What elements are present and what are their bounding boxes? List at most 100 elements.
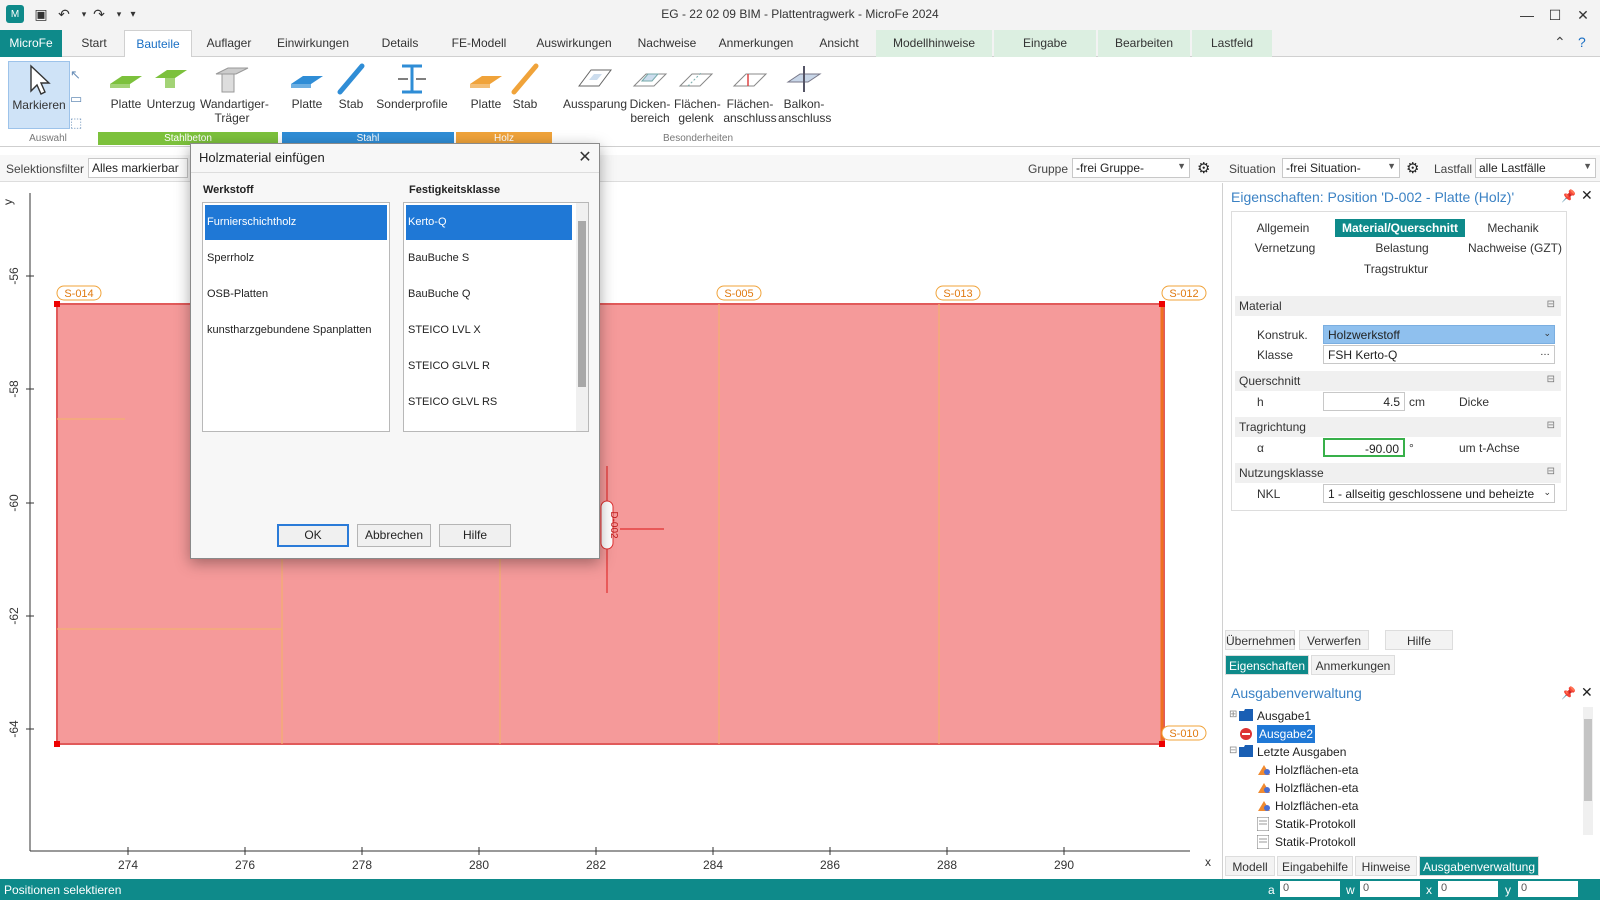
- collapse-icon[interactable]: ⊟: [1547, 374, 1555, 385]
- nkl-combo[interactable]: 1 - allseitig geschlossene und beheizte ⌄: [1323, 484, 1555, 503]
- w-field[interactable]: 0: [1360, 881, 1420, 897]
- more-icon[interactable]: …: [1540, 347, 1550, 358]
- tree-scrollbar[interactable]: [1583, 707, 1593, 835]
- bottom-tab-modell[interactable]: Modell: [1225, 856, 1275, 876]
- tab-details[interactable]: Details: [364, 30, 436, 57]
- festigkeit-item-steico-lvl-x[interactable]: STEICO LVL X: [406, 313, 572, 348]
- tree-item-statik-protokoll[interactable]: Statik-Protokoll: [1275, 833, 1356, 851]
- hilfe-button[interactable]: Hilfe: [439, 524, 511, 547]
- tab-eingabe[interactable]: Eingabe: [994, 30, 1096, 57]
- lastfall-combo[interactable]: alle Lastfälle ▼: [1475, 158, 1596, 178]
- festigkeit-list[interactable]: Kerto-Q BauBuche S BauBuche Q STEICO LVL XS…: [403, 202, 589, 432]
- festigkeit-item-baubuche-s[interactable]: BauBuche S: [406, 241, 572, 276]
- gear-icon[interactable]: ⚙: [1406, 159, 1419, 177]
- help-icon[interactable]: ?: [1578, 34, 1586, 50]
- list-scrollbar[interactable]: [576, 203, 588, 431]
- close-icon[interactable]: ✕: [575, 147, 595, 167]
- ribbon-wandartiger-träger-button[interactable]: Wandartiger- Träger: [200, 61, 269, 125]
- tree-item-holzflächen-eta[interactable]: Holzflächen-eta: [1275, 779, 1358, 797]
- ribbon-flächen-gelenk-button[interactable]: Flächen- gelenk: [674, 61, 721, 125]
- prop-tab-belastung[interactable]: Belastung: [1359, 239, 1445, 257]
- y-field[interactable]: 0: [1518, 881, 1578, 897]
- tab-bearbeiten[interactable]: Bearbeiten: [1098, 30, 1190, 57]
- tragrichtung-section[interactable]: Tragrichtung ⊟: [1235, 417, 1561, 437]
- ribbon-balkon-anschluss-button[interactable]: Balkon- anschluss: [778, 61, 831, 125]
- ribbon-unterzug-button[interactable]: Unterzug: [146, 61, 196, 111]
- close-icon[interactable]: ✕: [1581, 187, 1593, 204]
- node-marker-0[interactable]: [54, 301, 60, 307]
- werkstoff-list[interactable]: Furnierschichtholz Sperrholz OSB-Platten ku…: [202, 202, 390, 432]
- ribbon-sonderprofile-button[interactable]: Sonderprofile: [372, 61, 452, 111]
- node-label-s-014[interactable]: S-014: [64, 288, 93, 300]
- querschnitt-section[interactable]: Querschnitt ⊟: [1235, 371, 1561, 391]
- ribbon-dicken-bereich-button[interactable]: Dicken- bereich: [628, 61, 672, 125]
- model-drawing[interactable]: S-014 S-005 S-013 S-012 S-010 D-002 274 276 278 2…: [0, 183, 1222, 879]
- model-canvas[interactable]: S-014 S-005 S-013 S-012 S-010 D-002 274 276 278 2…: [0, 183, 1222, 879]
- node-label-s-013[interactable]: S-013: [943, 288, 972, 300]
- expand-icon[interactable]: ⊞: [1229, 709, 1237, 720]
- a-field[interactable]: 0: [1280, 881, 1340, 897]
- konstruk-combo[interactable]: Holzwerkstoff ⌄: [1323, 325, 1555, 344]
- alpha-input[interactable]: -90.00: [1323, 438, 1405, 457]
- ribbon-flächen-anschluss-button[interactable]: Flächen- anschluss: [722, 61, 778, 125]
- werkstoff-item-sperrholz[interactable]: Sperrholz: [205, 241, 387, 276]
- ribbon-platte-button[interactable]: Platte: [464, 61, 508, 111]
- ok-button[interactable]: OK: [277, 524, 349, 547]
- ribbon-stab-button[interactable]: Stab: [508, 61, 542, 111]
- festigkeit-item-baubuche-q[interactable]: BauBuche Q: [406, 277, 572, 312]
- pin-icon[interactable]: 📌: [1561, 189, 1576, 203]
- tree-item-ausgabe1[interactable]: Ausgabe1: [1257, 707, 1311, 725]
- maximize-icon[interactable]: ☐: [1542, 4, 1568, 26]
- panel-tab-anmerkungen[interactable]: Anmerkungen: [1311, 655, 1395, 675]
- gruppe-combo[interactable]: -frei Gruppe- ▼: [1072, 158, 1190, 178]
- close-icon[interactable]: ✕: [1581, 684, 1593, 701]
- ribbon-stab-button[interactable]: Stab: [334, 61, 368, 111]
- tab-start[interactable]: Start: [64, 30, 124, 57]
- scrollbar-thumb[interactable]: [1584, 719, 1592, 801]
- situation-combo[interactable]: -frei Situation- ▼: [1282, 158, 1400, 178]
- select-arrow-icon[interactable]: ↖: [70, 67, 81, 83]
- minimize-icon[interactable]: —: [1514, 4, 1540, 26]
- klasse-field[interactable]: FSH Kerto-Q…: [1323, 345, 1555, 364]
- node-label-s-010[interactable]: S-010: [1169, 728, 1198, 740]
- gear-icon[interactable]: ⚙: [1197, 159, 1210, 177]
- x-field[interactable]: 0: [1438, 881, 1498, 897]
- hilfe-button[interactable]: Hilfe: [1385, 630, 1453, 650]
- festigkeit-item-kerto-q[interactable]: Kerto-Q: [406, 205, 572, 240]
- tab-auflager[interactable]: Auflager: [194, 30, 264, 57]
- pin-icon[interactable]: 📌: [1561, 686, 1576, 700]
- festigkeit-item-steico-glvl-rs[interactable]: STEICO GLVL RS: [406, 385, 572, 420]
- prop-tab-material-querschnitt[interactable]: Material/Querschnitt: [1335, 219, 1465, 237]
- collapse-icon[interactable]: ⊟: [1547, 466, 1555, 477]
- nutzungsklasse-section[interactable]: Nutzungsklasse ⊟: [1235, 463, 1561, 483]
- tab-anmerkungen[interactable]: Anmerkungen: [708, 30, 804, 57]
- prop-tab-mechanik[interactable]: Mechanik: [1473, 219, 1553, 237]
- festigkeit-item-steico-glvl-r[interactable]: STEICO GLVL R: [406, 349, 572, 384]
- tab-bauteile[interactable]: Bauteile: [124, 30, 192, 58]
- scrollbar-thumb[interactable]: [578, 221, 586, 387]
- material-section[interactable]: Material ⊟: [1235, 296, 1561, 316]
- tree-item-statik-protokoll[interactable]: Statik-Protokoll: [1275, 815, 1356, 833]
- tab-ansicht[interactable]: Ansicht: [806, 30, 872, 57]
- tab-microfe[interactable]: MicroFe: [0, 30, 62, 57]
- werkstoff-item-kunstharzgebundene-spanplatten[interactable]: kunstharzgebundene Spanplatten: [205, 313, 387, 348]
- tab-auswirkungen[interactable]: Auswirkungen: [522, 30, 626, 57]
- tree-item-letzte-ausgaben[interactable]: Letzte Ausgaben: [1257, 743, 1346, 761]
- übernehmen-button[interactable]: Übernehmen: [1225, 630, 1295, 650]
- select-window-icon[interactable]: ▭: [70, 91, 82, 107]
- werkstoff-item-osb-platten[interactable]: OSB-Platten: [205, 277, 387, 312]
- prop-tab-tragstruktur[interactable]: Tragstruktur: [1351, 260, 1441, 278]
- close-window-icon[interactable]: ✕: [1570, 4, 1596, 26]
- selektionsfilter-combo[interactable]: Alles markierbar: [88, 158, 188, 178]
- tab-einwirkungen[interactable]: Einwirkungen: [266, 30, 360, 57]
- select-area-icon[interactable]: ⬚: [70, 115, 82, 131]
- tab-nachweise[interactable]: Nachweise: [628, 30, 706, 57]
- tab-lastfeld[interactable]: Lastfeld: [1192, 30, 1272, 57]
- tab-modellhinweise[interactable]: Modellhinweise: [876, 30, 992, 57]
- panel-tab-eigenschaften[interactable]: Eigenschaften: [1225, 655, 1309, 675]
- werkstoff-item-furnierschichtholz[interactable]: Furnierschichtholz: [205, 205, 387, 240]
- h-input[interactable]: 4.5: [1323, 392, 1405, 411]
- collapse-ribbon-icon[interactable]: ⌃: [1554, 34, 1566, 51]
- ribbon-aussparung-button[interactable]: Aussparung: [560, 61, 630, 111]
- node-label-s-005[interactable]: S-005: [724, 288, 753, 300]
